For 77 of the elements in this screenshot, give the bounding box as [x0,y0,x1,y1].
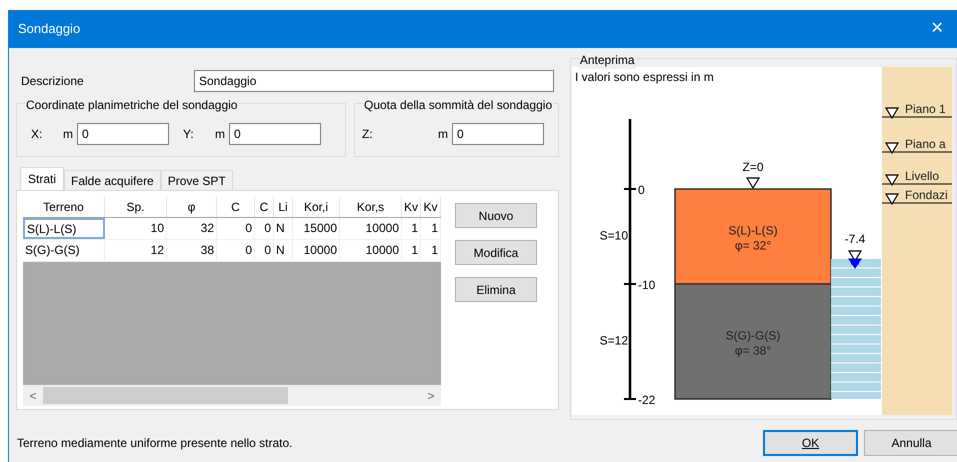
column-header[interactable]: Terreno [23,197,105,217]
layer-name: S(G)-G(S) [726,328,780,342]
table-cell[interactable]: 38 [167,240,217,261]
water-level-label: -7.4 [844,232,866,246]
coordinate-field[interactable]: 0 [229,123,321,145]
layer-name: S(L)-L(S) [728,224,778,238]
unit-label: m [215,126,226,143]
level-marker-icon [884,142,899,154]
column-header[interactable]: Kor,i [293,197,340,217]
description-field[interactable]: Sondaggio [194,70,554,92]
ok-button[interactable]: OK [763,430,858,456]
level-marker-icon [884,107,899,120]
description-label: Descrizione [20,73,85,90]
depth-label: 0 [638,183,645,197]
coordinate-field[interactable]: 0 [77,123,169,145]
column-header[interactable]: Kv [402,197,421,217]
axis-label: Z: [362,126,374,143]
horizontal-scrollbar[interactable]: < > [23,385,441,406]
layer-friction-angle: φ= 32° [734,238,772,252]
column-header[interactable]: C [217,197,255,217]
scroll-left-button[interactable]: < [23,386,43,404]
floor-level-label: Piano 1 [904,102,946,116]
table-cell[interactable]: 0 [255,240,274,261]
depth-label: -22 [638,393,656,407]
axis-label: X: [31,126,44,143]
action-button[interactable]: Modifica [455,240,537,265]
unit-note: I valori sono espressi in m [574,70,714,84]
column-header[interactable]: Kv [421,197,441,217]
table-cell[interactable]: 1 [402,218,421,239]
layer-thickness: S=12 [600,334,628,348]
unit-label: m [438,126,449,143]
table-cell[interactable]: 1 [402,240,421,261]
elevation-field[interactable]: 0 [452,123,544,145]
tab[interactable]: Falde acquifere [64,170,161,190]
table-cell[interactable]: S(G)-G(S) [23,240,105,261]
action-button[interactable]: Elimina [455,277,537,302]
column-header[interactable]: Li [274,197,293,217]
close-button[interactable]: ✕ [917,10,957,48]
table-cell[interactable]: N [274,240,293,261]
table-cell[interactable]: 0 [255,218,274,239]
window-title: Sondaggio [18,20,80,38]
action-button[interactable]: Nuovo [455,203,537,228]
table-cell[interactable]: 32 [167,218,217,239]
column-header[interactable]: Kor,s [340,197,402,217]
floor-level-label: Piano a [904,137,946,151]
table-cell[interactable]: S(L)-L(S) [23,218,105,239]
unit-label: m [63,126,74,143]
tab[interactable]: Prove SPT [160,170,233,190]
level-marker-icon [884,174,899,186]
table-cell[interactable]: 0 [217,218,255,239]
table-cell[interactable]: 12 [105,240,167,261]
scroll-right-button[interactable]: > [421,386,441,404]
status-text: Terreno mediamente uniforme presente nello strato. [16,435,292,452]
column-header[interactable]: C [255,197,274,217]
table-cell[interactable]: 10000 [340,218,402,239]
level-marker-icon [884,193,899,206]
water-table-icon [848,258,862,268]
floor-level-label: Livello [904,169,939,183]
table-cell[interactable]: N [274,218,293,239]
table-cell[interactable]: 10 [105,218,167,239]
table-cell[interactable]: 10000 [293,240,340,261]
tab[interactable]: Strati [20,167,64,190]
layer-thickness: S=10 [600,228,628,242]
column-header[interactable]: φ [167,197,217,217]
floor-level-label: Fondazi [904,188,948,202]
table-cell[interactable]: 15000 [293,218,340,239]
table-cell[interactable]: 0 [217,240,255,261]
table-cell[interactable]: 1 [421,240,441,261]
axis-label: Y: [183,126,195,143]
table-cell[interactable]: 1 [421,218,441,239]
cancel-button[interactable]: Annulla [864,430,957,456]
table-cell[interactable]: 10000 [340,240,402,261]
depth-label: -10 [638,278,656,292]
layer-friction-angle: φ= 38° [734,344,772,358]
top-label: Z=0 [742,160,764,174]
column-header[interactable]: Sp. [105,197,167,217]
scrollbar-thumb[interactable] [43,387,288,404]
